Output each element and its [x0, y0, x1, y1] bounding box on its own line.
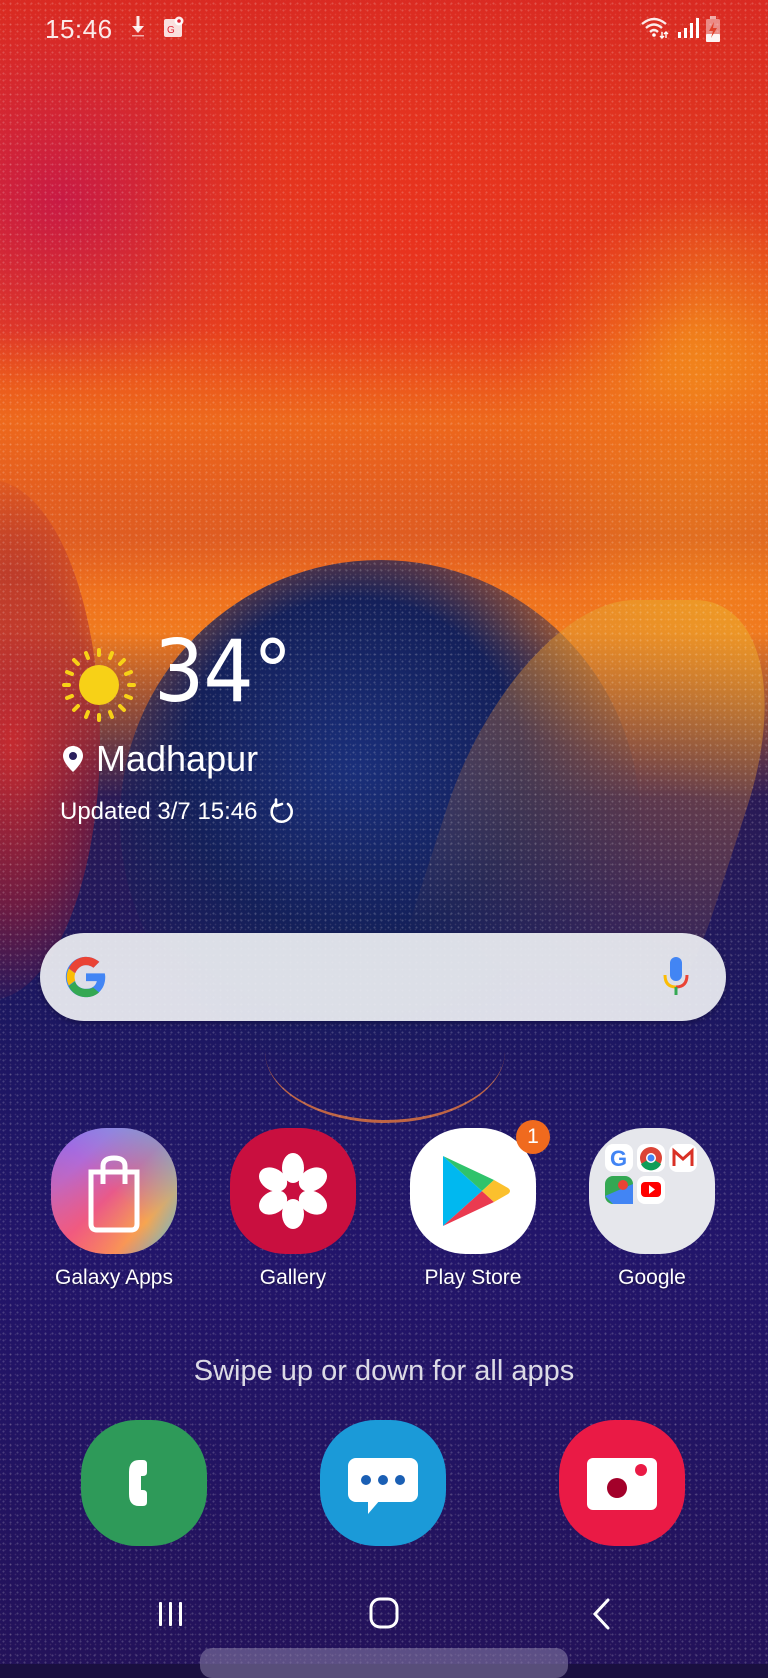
svg-text:G: G	[610, 1146, 627, 1171]
back-button[interactable]	[590, 1596, 612, 1632]
weather-updated: Updated 3/7 15:46	[60, 798, 296, 826]
google-maps-icon: G	[164, 16, 184, 37]
app-galaxy-apps[interactable]: Galaxy Apps	[39, 1128, 189, 1290]
app-gallery[interactable]: Gallery	[218, 1128, 368, 1290]
dock-phone[interactable]	[81, 1420, 207, 1546]
app-label: Gallery	[259, 1266, 327, 1289]
app-label: Galaxy Apps	[55, 1266, 173, 1289]
svg-text:G: G	[167, 25, 175, 36]
wallpaper	[0, 0, 768, 1664]
battery-charging-icon	[706, 16, 720, 42]
app-label: Google	[618, 1266, 686, 1289]
dock-messages[interactable]	[320, 1420, 446, 1546]
google-search-bar[interactable]	[40, 933, 726, 1021]
navigation-bar	[0, 1590, 768, 1648]
location-pin-icon	[63, 746, 83, 772]
notification-badge: 1	[516, 1120, 550, 1154]
recent-apps-button[interactable]	[155, 1598, 187, 1630]
weather-location: Madhapur	[62, 738, 258, 780]
google-g-icon	[65, 956, 106, 998]
download-icon	[132, 16, 144, 37]
status-time: 15:46	[45, 14, 113, 44]
swipe-hint: Swipe up or down for all apps	[193, 1355, 575, 1387]
shopping-bag-icon	[51, 1128, 177, 1254]
play-triangle-icon	[410, 1128, 536, 1254]
flower-icon	[230, 1128, 356, 1254]
folder-icon: G	[589, 1128, 715, 1254]
folder-google[interactable]: G Google	[577, 1128, 727, 1290]
phone-icon	[129, 1460, 147, 1506]
gesture-handle[interactable]	[200, 1648, 568, 1678]
location-name: Madhapur	[96, 738, 259, 779]
app-label: Play Store	[424, 1266, 522, 1289]
status-bar[interactable]: 15:46 G	[0, 0, 768, 60]
message-icon	[348, 1458, 418, 1514]
app-play-store[interactable]: 1 Play Store	[398, 1120, 550, 1290]
home-button[interactable]	[368, 1596, 400, 1630]
signal-icon	[678, 18, 699, 38]
sun-icon	[62, 648, 136, 722]
mic-icon[interactable]	[662, 955, 690, 999]
dock-camera[interactable]	[559, 1420, 685, 1546]
camera-icon	[587, 1458, 657, 1510]
updated-text: Updated 3/7 15:46	[60, 798, 258, 825]
refresh-icon[interactable]	[268, 798, 296, 826]
temperature: 34°	[154, 622, 292, 722]
wifi-icon	[641, 17, 669, 39]
